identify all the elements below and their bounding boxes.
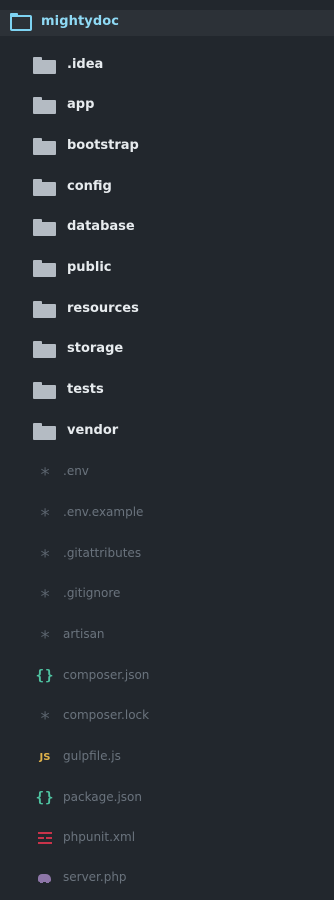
- folder-label: config: [67, 179, 112, 194]
- json-braces-icon: {}: [35, 668, 55, 684]
- file-label: .gitignore: [63, 586, 121, 600]
- folder-row-public[interactable]: public: [0, 256, 334, 282]
- asterisk-icon: ∗: [39, 461, 51, 482]
- file-row-gitattributes[interactable]: ∗ .gitattributes: [0, 541, 334, 567]
- folder-label: storage: [67, 341, 124, 356]
- file-row-server-php[interactable]: server.php: [0, 865, 334, 891]
- file-row-env-example[interactable]: ∗ .env.example: [0, 500, 334, 526]
- folder-row-tests[interactable]: tests: [0, 378, 334, 404]
- file-label: composer.lock: [63, 708, 150, 722]
- folder-outline-icon: [10, 13, 32, 31]
- folder-label: .idea: [67, 57, 104, 72]
- javascript-icon: JS: [39, 751, 51, 763]
- file-row-gitignore[interactable]: ∗ .gitignore: [0, 581, 334, 607]
- file-label: artisan: [63, 627, 105, 641]
- folder-icon: [33, 423, 56, 440]
- folder-icon: [33, 341, 56, 358]
- file-label: .env: [63, 464, 89, 478]
- folder-label: resources: [67, 301, 139, 316]
- root-folder-label: mightydoc: [41, 14, 120, 29]
- asterisk-icon: ∗: [39, 705, 51, 726]
- folder-row-app[interactable]: app: [0, 93, 334, 119]
- file-row-env[interactable]: ∗ .env: [0, 459, 334, 485]
- file-row-gulpfile-js[interactable]: JS gulpfile.js: [0, 744, 334, 770]
- tree-root-mightydoc[interactable]: mightydoc: [0, 10, 334, 36]
- asterisk-icon: ∗: [39, 583, 51, 604]
- file-row-composer-json[interactable]: {} composer.json: [0, 663, 334, 689]
- folder-icon: [33, 260, 56, 277]
- folder-label: bootstrap: [67, 138, 139, 153]
- file-label: server.php: [63, 870, 127, 884]
- json-braces-icon: {}: [35, 790, 55, 806]
- folder-icon: [33, 97, 56, 114]
- folder-label: app: [67, 97, 95, 112]
- file-row-phpunit-xml[interactable]: phpunit.xml: [0, 825, 334, 851]
- file-row-package-json[interactable]: {} package.json: [0, 785, 334, 811]
- file-row-artisan[interactable]: ∗ artisan: [0, 622, 334, 648]
- file-row-composer-lock[interactable]: ∗ composer.lock: [0, 703, 334, 729]
- xml-icon: [34, 827, 56, 849]
- folder-icon: [33, 179, 56, 196]
- file-tree-panel: mightydoc .idea app bootstrap config dat…: [0, 0, 334, 900]
- folder-icon: [33, 138, 56, 155]
- folder-icon: [33, 382, 56, 399]
- file-label: package.json: [63, 790, 143, 804]
- file-label: .env.example: [63, 505, 144, 519]
- folder-row-resources[interactable]: resources: [0, 297, 334, 323]
- file-label: composer.json: [63, 668, 150, 682]
- folder-label: vendor: [67, 423, 119, 438]
- folder-row-storage[interactable]: storage: [0, 337, 334, 363]
- file-label: phpunit.xml: [63, 830, 136, 844]
- file-label: .gitattributes: [63, 546, 142, 560]
- asterisk-icon: ∗: [39, 502, 51, 523]
- folder-icon: [33, 301, 56, 318]
- folder-row-database[interactable]: database: [0, 215, 334, 241]
- folder-icon: [33, 219, 56, 236]
- folder-row-vendor[interactable]: vendor: [0, 419, 334, 445]
- folder-row-idea[interactable]: .idea: [0, 53, 334, 79]
- php-elephant-icon: [34, 867, 56, 889]
- folder-label: public: [67, 260, 112, 275]
- folder-icon: [33, 57, 56, 74]
- asterisk-icon: ∗: [39, 543, 51, 564]
- folder-row-config[interactable]: config: [0, 175, 334, 201]
- folder-row-bootstrap[interactable]: bootstrap: [0, 134, 334, 160]
- asterisk-icon: ∗: [39, 624, 51, 645]
- folder-label: tests: [67, 382, 104, 397]
- folder-label: database: [67, 219, 135, 234]
- file-label: gulpfile.js: [63, 749, 121, 763]
